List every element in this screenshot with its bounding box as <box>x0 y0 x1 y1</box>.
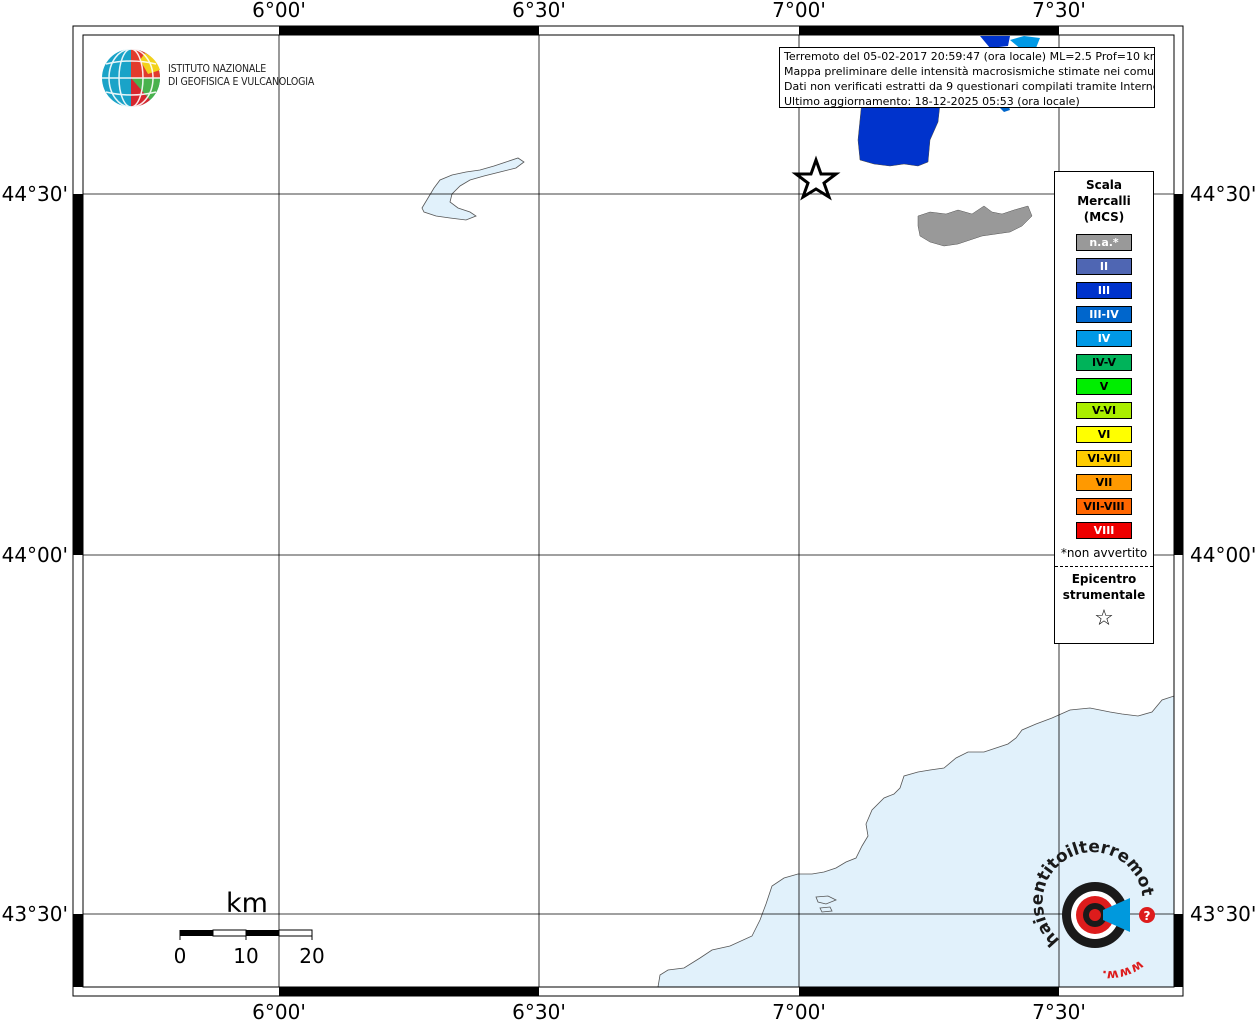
event-info-line: Mappa preliminare delle intensità macros… <box>784 65 1155 78</box>
event-info-line: Dati non verificati estratti da 9 questi… <box>784 80 1155 93</box>
scale-tick-label: 20 <box>299 944 325 968</box>
legend-title-line: Mercalli <box>1077 194 1131 208</box>
lon-label: 7°30' <box>1032 1000 1086 1024</box>
institute-name: ISTITUTO NAZIONALE DI GEOFISICA E VULCAN… <box>168 63 314 89</box>
lat-label: 44°30' <box>1190 182 1256 206</box>
legend-swatch: VI-VII <box>1076 450 1132 467</box>
legend-epicenter-title: Epicentro strumentale <box>1055 571 1153 603</box>
lat-label: 44°00' <box>2 543 68 567</box>
legend-items: n.a.* II III III-IV IV IV-V V V-VI VI VI-VII VII VI… <box>1055 234 1153 539</box>
lat-label: 44°30' <box>2 182 68 206</box>
lon-label: 7°00' <box>772 0 826 22</box>
lat-label: 44°00' <box>1190 543 1256 567</box>
lon-label: 7°00' <box>772 1000 826 1024</box>
legend-swatch: V-VI <box>1076 402 1132 419</box>
legend-swatch: II <box>1076 258 1132 275</box>
legend-epicenter-line: Epicentro <box>1071 572 1137 586</box>
legend-swatch: VII-VIII <box>1076 498 1132 515</box>
event-info-line: Terremoto del 05-02-2017 20:59:47 (ora l… <box>784 50 1155 63</box>
lat-labels-left: 44°30' 44°00' 43°30' <box>2 182 68 926</box>
legend-swatch: VI <box>1076 426 1132 443</box>
legend-swatch: III <box>1076 282 1132 299</box>
lat-label: 43°30' <box>2 902 68 926</box>
legend-title-line: (MCS) <box>1083 210 1125 224</box>
legend-swatch: III-IV <box>1076 306 1132 323</box>
ingv-logo-icon <box>102 48 161 108</box>
legend-swatch: IV-V <box>1076 354 1132 371</box>
legend-swatch: n.a.* <box>1076 234 1132 251</box>
lon-label: 6°00' <box>252 1000 306 1024</box>
lon-label: 7°30' <box>1032 0 1086 22</box>
legend-swatch: VIII <box>1076 522 1132 539</box>
legend-note: *non avvertito <box>1060 546 1148 560</box>
lon-label: 6°30' <box>512 0 566 22</box>
svg-text:?: ? <box>1144 909 1151 923</box>
lon-labels-top: 6°00' 6°30' 7°00' 7°30' <box>252 0 1086 22</box>
scale-tick-label: 0 <box>173 944 187 968</box>
scale-unit: km <box>226 888 268 919</box>
institute-name-line2: DI GEOFISICA E VULCANOLOGIA <box>168 76 315 88</box>
lon-label: 6°30' <box>512 1000 566 1024</box>
intensity-legend: Scala Mercalli (MCS) n.a.* II III III-IV IV I… <box>1054 171 1154 644</box>
legend-epicenter-line: strumentale <box>1062 588 1146 602</box>
event-info-line: Ultimo aggiornamento: 18-12-2025 05:53 (… <box>784 95 1080 108</box>
lon-labels-bottom: 6°00' 6°30' 7°00' 7°30' <box>252 1000 1086 1024</box>
legend-title: Scala Mercalli (MCS) <box>1055 177 1153 225</box>
lat-label: 43°30' <box>1190 902 1256 926</box>
event-info-box: Terremoto del 05-02-2017 20:59:47 (ora l… <box>779 47 1155 108</box>
legend-star-icon: ☆ <box>1094 606 1114 631</box>
lon-label: 6°00' <box>252 0 306 22</box>
legend-swatch: VII <box>1076 474 1132 491</box>
legend-title-line: Scala <box>1085 178 1123 192</box>
legend-swatch: IV <box>1076 330 1132 347</box>
legend-swatch: V <box>1076 378 1132 395</box>
scale-tick-label: 10 <box>233 944 259 968</box>
lat-labels-right: 44°30' 44°00' 43°30' <box>1190 182 1256 926</box>
institute-name-line1: ISTITUTO NAZIONALE <box>168 63 267 75</box>
legend-divider <box>1055 566 1153 567</box>
